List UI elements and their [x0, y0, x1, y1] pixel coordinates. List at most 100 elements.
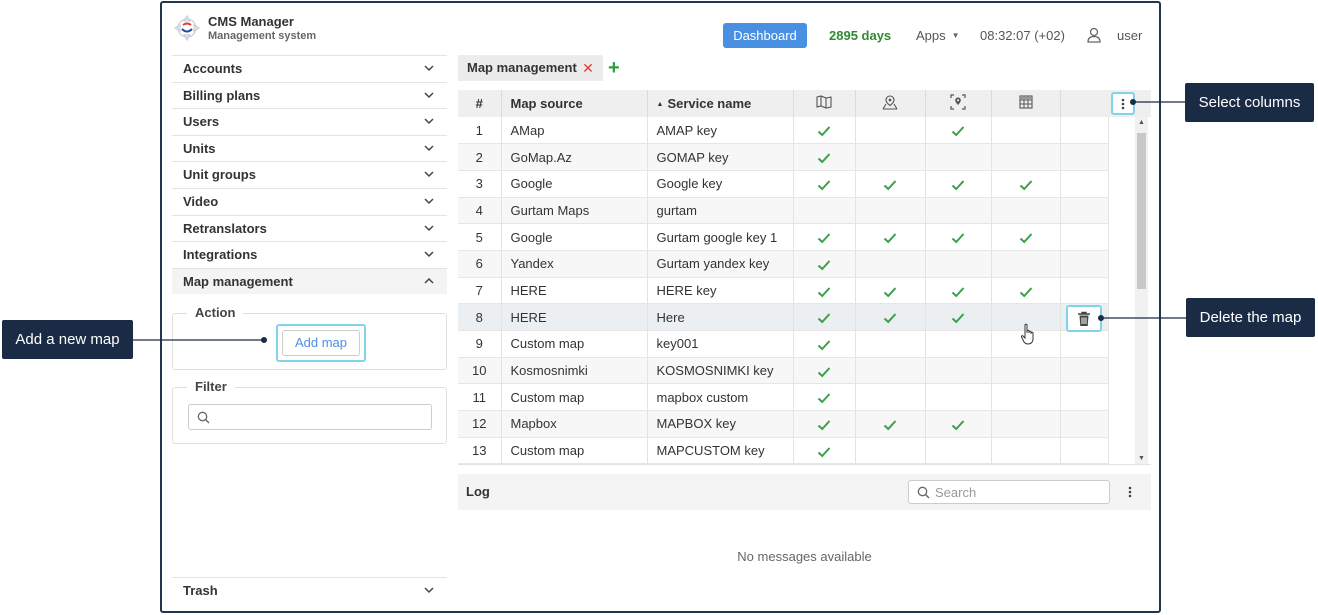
- log-search-input[interactable]: [935, 484, 1105, 500]
- check-icon: [883, 420, 897, 431]
- feature-cell: [855, 170, 926, 198]
- more-vertical-icon[interactable]: [1123, 482, 1137, 502]
- select-columns-button[interactable]: [1111, 92, 1135, 115]
- table-row[interactable]: 10 Kosmosnimki KOSMOSNIMKI key: [458, 357, 1109, 385]
- table-row[interactable]: 5 Google Gurtam google key 1: [458, 223, 1109, 251]
- callout-add-map: Add a new map: [2, 320, 133, 359]
- feature-cell: [855, 117, 926, 145]
- feature-cell: [793, 277, 856, 305]
- sidebar-item-label: Accounts: [183, 61, 243, 76]
- sidebar-item-units[interactable]: Units: [172, 134, 447, 162]
- column-header-number[interactable]: #: [458, 90, 502, 117]
- user-name[interactable]: user: [1117, 28, 1142, 43]
- feature-cell: [855, 357, 926, 385]
- add-tab-icon[interactable]: +: [608, 56, 620, 80]
- grid-icon: [1018, 95, 1033, 109]
- table-row[interactable]: 6 Yandex Gurtam yandex key: [458, 250, 1109, 278]
- apps-dropdown[interactable]: Apps ▼: [916, 28, 960, 43]
- feature-cell: [925, 170, 992, 198]
- scroll-thumb[interactable]: [1137, 133, 1146, 289]
- service-name-cell: Gurtam google key 1: [647, 223, 794, 251]
- feature-cell: [991, 143, 1061, 171]
- table-row[interactable]: 13 Custom map MAPCUSTOM key: [458, 437, 1109, 464]
- check-icon: [883, 233, 897, 244]
- feature-cell: [855, 383, 926, 412]
- log-search[interactable]: [908, 480, 1110, 504]
- close-icon[interactable]: ✕: [582, 55, 594, 81]
- check-icon: [817, 260, 831, 271]
- column-header-grid[interactable]: [991, 90, 1061, 117]
- sidebar-item-users[interactable]: Users: [172, 108, 447, 135]
- search-icon: [197, 411, 210, 424]
- app-title: CMS Manager: [208, 14, 294, 29]
- table-row[interactable]: 7 HERE HERE key: [458, 277, 1109, 305]
- column-header-map-source[interactable]: Map source: [501, 90, 648, 117]
- row-number: 5: [458, 223, 502, 251]
- sidebar-item-accounts[interactable]: Accounts: [172, 55, 447, 82]
- feature-cell: [793, 170, 856, 198]
- add-map-button[interactable]: Add map: [282, 330, 360, 356]
- column-header-map[interactable]: [793, 90, 856, 117]
- column-header-target[interactable]: [925, 90, 992, 117]
- table-row[interactable]: 2 GoMap.Az GOMAP key: [458, 143, 1109, 171]
- sidebar-item-integrations[interactable]: Integrations: [172, 241, 447, 268]
- feature-cell: [925, 303, 992, 331]
- sidebar-item-map-management[interactable]: Map management: [172, 267, 447, 295]
- actions-cell: [1060, 277, 1109, 305]
- sidebar-item-retranslators[interactable]: Retranslators: [172, 214, 447, 242]
- map-source-cell: HERE: [501, 303, 648, 331]
- check-icon: [1019, 180, 1032, 191]
- scroll-down-icon[interactable]: ▼: [1135, 453, 1148, 464]
- sidebar-item-unit-groups[interactable]: Unit groups: [172, 161, 447, 188]
- table-row[interactable]: 12 Mapbox MAPBOX key: [458, 410, 1109, 438]
- filter-input[interactable]: [188, 404, 432, 430]
- table-row[interactable]: 9 Custom map key001: [458, 330, 1109, 358]
- feature-cell: [925, 410, 992, 438]
- sidebar-item-label: Map management: [183, 273, 293, 289]
- actions-cell: [1060, 357, 1109, 385]
- chevron-down-icon: [424, 198, 434, 205]
- feature-cell: [793, 410, 856, 438]
- sidebar-item-label: Units: [183, 140, 216, 156]
- map-table: # Map source ▲ Service name 1 AMap AMAP …: [458, 90, 1151, 465]
- sidebar-item-video[interactable]: Video: [172, 187, 447, 215]
- table-row[interactable]: 8 HERE Here: [458, 303, 1109, 331]
- feature-cell: [925, 250, 992, 278]
- map-source-cell: Mapbox: [501, 410, 648, 438]
- table-row[interactable]: 3 Google Google key: [458, 170, 1109, 198]
- delete-map-button[interactable]: [1066, 305, 1102, 332]
- sort-asc-icon: ▲: [656, 101, 664, 108]
- sidebar-item-label: Integrations: [183, 247, 258, 263]
- column-header-pin[interactable]: [855, 90, 926, 117]
- service-name-cell: AMAP key: [647, 117, 794, 145]
- feature-cell: [991, 117, 1061, 145]
- table-scrollbar[interactable]: ▲ ▼: [1135, 117, 1148, 464]
- scroll-up-icon[interactable]: ▲: [1135, 117, 1148, 129]
- tab-label: Map management: [467, 60, 577, 75]
- user-icon[interactable]: [1087, 27, 1101, 43]
- column-header-service-name[interactable]: ▲ Service name: [647, 90, 794, 117]
- feature-cell: [793, 437, 856, 464]
- check-icon: [1019, 286, 1032, 297]
- feature-cell: [991, 383, 1061, 412]
- actions-cell: [1060, 383, 1109, 412]
- feature-cell: [991, 357, 1061, 385]
- table-row[interactable]: 1 AMap AMAP key: [458, 117, 1109, 145]
- tab-map-management[interactable]: Map management ✕: [458, 55, 603, 81]
- actions-cell: [1060, 170, 1109, 198]
- check-icon: [817, 340, 831, 351]
- feature-cell: [793, 117, 856, 145]
- feature-cell: [793, 143, 856, 171]
- chevron-down-icon: [424, 92, 434, 98]
- feature-cell: [991, 170, 1061, 198]
- table-row[interactable]: 11 Custom map mapbox custom: [458, 383, 1109, 412]
- dashboard-button[interactable]: Dashboard: [723, 23, 807, 48]
- callout-select-columns: Select columns: [1185, 83, 1314, 122]
- sidebar-item-trash[interactable]: Trash: [172, 577, 447, 603]
- table-row[interactable]: 4 Gurtam Maps gurtam: [458, 197, 1109, 225]
- service-name-cell: Gurtam yandex key: [647, 250, 794, 278]
- sidebar-item-label: Users: [183, 114, 220, 130]
- sidebar-item-billing-plans[interactable]: Billing plans: [172, 81, 447, 109]
- cms-logo-icon: [173, 14, 201, 42]
- check-icon: [883, 180, 897, 191]
